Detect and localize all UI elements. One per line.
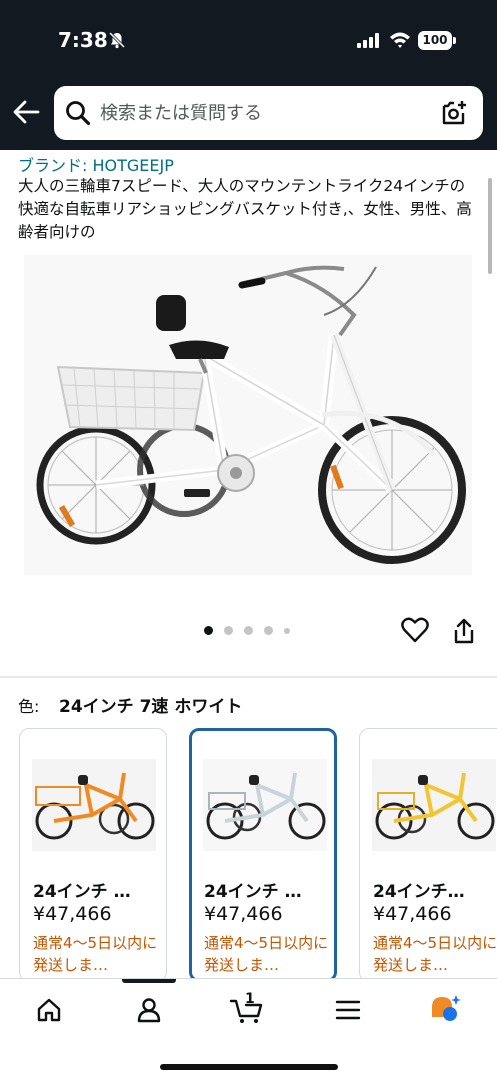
search-bar[interactable]	[54, 86, 483, 140]
variation-price: ¥47,466	[204, 903, 283, 925]
app-header: 7:38 100	[0, 0, 497, 150]
rufus-icon[interactable]	[428, 993, 462, 1025]
variation-card-orange[interactable]: 24インチ … ¥47,466 通常4～5日以内に発送しま…	[19, 728, 167, 982]
variation-image	[32, 759, 156, 851]
status-time: 7:38	[58, 28, 108, 52]
carousel-dot[interactable]	[224, 626, 233, 635]
variation-price: ¥47,466	[373, 903, 452, 925]
variation-shipping: 通常4～5日以内に発送しま…	[373, 934, 497, 974]
variation-card-yellow[interactable]: 24インチ… ¥47,466 通常4～5日以内に発送しま…	[359, 728, 497, 982]
variation-image	[203, 759, 327, 851]
menu-icon[interactable]	[335, 997, 361, 1023]
variation-shipping: 通常4～5日以内に発送しま…	[33, 934, 158, 974]
cart-count-badge: 1	[245, 991, 255, 1007]
heart-icon[interactable]	[401, 617, 429, 643]
battery-tip	[453, 37, 456, 44]
product-image[interactable]	[24, 255, 472, 575]
variation-card-white[interactable]: 24インチ … ¥47,466 通常4～5日以内に発送しま…	[189, 728, 337, 982]
search-icon	[66, 101, 91, 126]
share-icon[interactable]	[452, 617, 476, 645]
wifi-icon	[390, 32, 410, 48]
variation-image	[372, 759, 496, 851]
camera-icon[interactable]	[440, 99, 468, 127]
variation-name: 24インチ …	[204, 882, 302, 902]
carousel-dot[interactable]	[284, 628, 290, 634]
variation-price: ¥47,466	[33, 903, 112, 925]
home-icon[interactable]	[36, 997, 62, 1023]
scrollbar[interactable]	[488, 178, 492, 274]
search-input[interactable]	[100, 95, 430, 131]
signal-icon	[357, 33, 379, 48]
battery-icon: 100	[418, 31, 452, 50]
back-arrow-icon[interactable]	[12, 98, 40, 126]
section-divider	[0, 676, 497, 678]
variation-selected-value: 24インチ 7速 ホワイト	[59, 697, 243, 717]
account-icon[interactable]	[136, 997, 162, 1023]
carousel-dot[interactable]	[264, 626, 273, 635]
brand-link[interactable]: ブランド: HOTGEEJP	[18, 152, 174, 176]
product-title: 大人の三輪車7スピード、大人のマウンテントライク24インチの快適な自転車リアショ…	[18, 177, 472, 241]
home-indicator[interactable]	[160, 1064, 338, 1070]
variation-label: 色:	[18, 697, 40, 716]
carousel-dot[interactable]	[244, 626, 253, 635]
variation-shipping: 通常4～5日以内に発送しま…	[204, 934, 329, 974]
carousel-dot[interactable]	[204, 626, 213, 635]
variation-name: 24インチ…	[373, 882, 465, 902]
bell-muted-icon	[108, 31, 126, 49]
nav-active-indicator	[122, 979, 176, 983]
variation-name: 24インチ …	[33, 882, 131, 902]
